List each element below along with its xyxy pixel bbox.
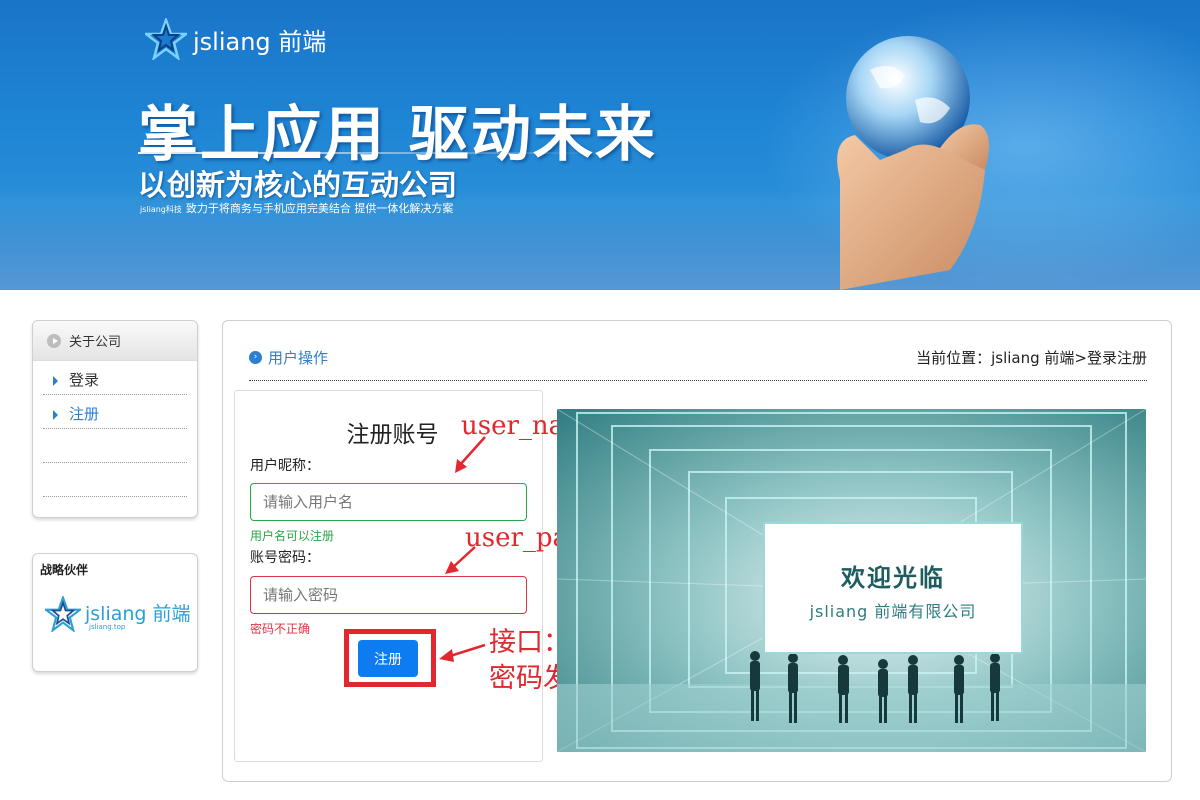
chevron-circle-right-icon: › [249, 351, 262, 364]
globe-hand-image [837, 36, 989, 290]
sidebar-item-login[interactable]: 登录 [43, 361, 187, 395]
banner-slogan: 掌上应用 驱动未来 [138, 100, 657, 170]
main-panel: › 用户操作 当前位置：jsliang 前端>登录注册 注册账号 用户昵称： 用… [222, 320, 1172, 782]
welcome-title: 欢迎光临 [841, 564, 945, 592]
username-label: 用户昵称： [250, 458, 320, 474]
register-button[interactable]: 注册 [358, 640, 418, 677]
username-input[interactable] [250, 483, 527, 521]
partner-title: 战略伙伴 [40, 563, 89, 577]
play-circle-icon [47, 333, 61, 348]
section-title-text: 用户操作 [268, 349, 329, 367]
about-company-panel: 关于公司 登录 注册 [32, 320, 198, 518]
register-form: 注册账号 用户昵称： 用户名可以注册 账号密码： 密码不正确 注册 [234, 390, 543, 762]
banner-tagline: jsliang科技 致力于将商务与手机应用完美结合 提供一体化解决方案 [140, 200, 453, 216]
about-company-title: 关于公司 [69, 335, 122, 350]
site-logo[interactable]: jsliang 前端 [145, 18, 326, 60]
sidebar-divider [43, 429, 187, 463]
caret-right-icon [53, 376, 58, 386]
main-header: › 用户操作 当前位置：jsliang 前端>登录注册 [249, 345, 1147, 381]
sidebar-divider [43, 463, 187, 497]
about-company-header: 关于公司 [33, 321, 197, 361]
partner-panel: 战略伙伴 jsliang 前端 jsliang.top [32, 553, 198, 672]
password-input[interactable] [250, 576, 527, 614]
welcome-subtitle: jsliang 前端有限公司 [809, 602, 977, 621]
section-title: › 用户操作 [249, 347, 328, 368]
tagline-brand: jsliang科技 [140, 205, 182, 214]
password-error-hint: 密码不正确 [250, 622, 311, 636]
star-logo-icon [145, 18, 187, 60]
welcome-image: 欢迎光临 jsliang 前端有限公司 [557, 409, 1146, 752]
sidebar-item-label: 注册 [69, 405, 100, 423]
banner-subslogan: 以创新为核心的互动公司 [138, 168, 458, 202]
partner-logo-url: jsliang.top [89, 623, 126, 631]
register-button-highlight: 注册 [344, 629, 436, 687]
tagline-text: 致力于将商务与手机应用完美结合 提供一体化解决方案 [185, 202, 454, 215]
password-label: 账号密码： [250, 550, 320, 566]
sidebar-item-register[interactable]: 注册 [43, 395, 187, 429]
slogan-divider [138, 152, 608, 154]
breadcrumb: 当前位置：jsliang 前端>登录注册 [916, 349, 1147, 367]
logo-text: jsliang 前端 [193, 27, 327, 56]
partner-logo-text: jsliang 前端 [85, 602, 191, 625]
sidebar-item-label: 登录 [69, 371, 100, 389]
star-logo-icon [45, 596, 81, 632]
username-valid-hint: 用户名可以注册 [250, 529, 335, 543]
caret-right-icon [53, 410, 58, 420]
hero-banner: jsliang 前端 掌上应用 驱动未来 以创新为核心的互动公司 jsliang… [0, 0, 1200, 290]
welcome-board: 欢迎光临 jsliang 前端有限公司 [763, 522, 1023, 654]
